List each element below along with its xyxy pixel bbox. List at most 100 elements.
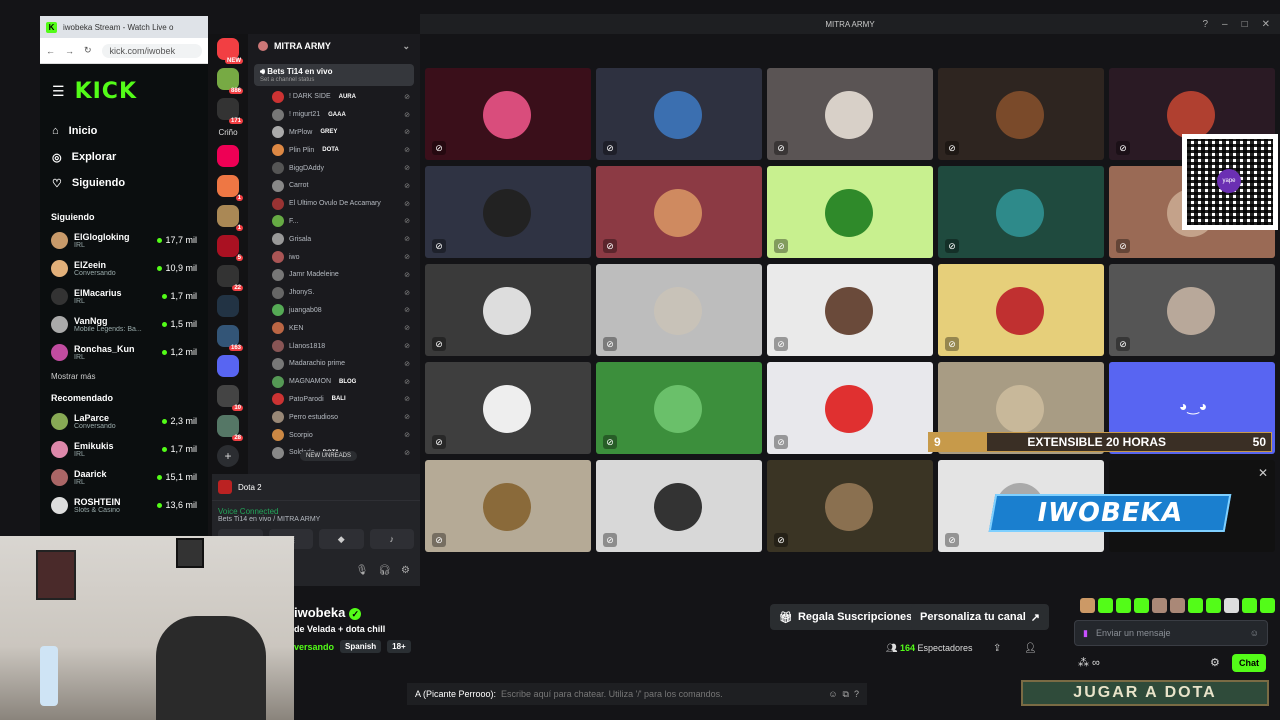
video-tile[interactable]: ⊘ xyxy=(425,460,591,552)
voice-user[interactable]: Scorpio ⊘ xyxy=(248,426,420,444)
video-tile[interactable]: ⊘ xyxy=(596,264,762,356)
nav-siguiendo[interactable]: ♡ Siguiendo xyxy=(40,170,208,196)
server-icon[interactable]: NEW xyxy=(217,38,243,64)
server-icon[interactable]: 886 xyxy=(217,68,243,94)
channel-item[interactable]: VanNgg Mobile Legends: Ba... 1,5 mil xyxy=(40,310,208,338)
channel-item[interactable]: Ronchas_Kun IRL 1,2 mil xyxy=(40,338,208,366)
video-tile[interactable]: ⊘ xyxy=(938,166,1104,258)
video-tile[interactable]: ⊘ xyxy=(767,362,933,454)
activity-button[interactable]: ◆ xyxy=(319,529,364,549)
video-tile[interactable]: ⊘ xyxy=(938,68,1104,160)
voice-user[interactable]: PatoParodi BALI ⊘ xyxy=(248,391,420,409)
server-icon[interactable] xyxy=(217,355,239,377)
help-icon[interactable]: ? xyxy=(854,689,859,699)
hamburger-menu-icon[interactable]: ☰ xyxy=(52,83,65,100)
channel-item[interactable]: ROSHTEIN Slots & Casino 13,6 mil xyxy=(40,491,208,519)
close-button[interactable]: ✕ xyxy=(1262,19,1270,30)
maximize-button[interactable]: □ xyxy=(1242,19,1248,30)
add-server-icon[interactable]: + xyxy=(217,445,239,467)
voice-user[interactable]: Perro estudioso ⊘ xyxy=(248,408,420,426)
emote-icon[interactable] xyxy=(1080,598,1095,613)
show-more-link[interactable]: Mostrar más xyxy=(40,366,208,385)
chat-input[interactable]: ▮ Enviar un mensaje ☺ xyxy=(1074,620,1268,646)
server-icon[interactable]: 163 xyxy=(217,325,243,351)
chat-send-button[interactable]: Chat xyxy=(1232,654,1266,672)
channel-item[interactable]: ElGlogloking IRL 17,7 mil xyxy=(40,226,208,254)
share-icon[interactable]: ⇪ xyxy=(993,643,1001,654)
channel-item[interactable]: ElZeein Conversando 10,9 mil xyxy=(40,254,208,282)
video-tile[interactable]: ⊘ xyxy=(425,264,591,356)
voice-user[interactable]: F... ⊘ xyxy=(248,213,420,231)
voice-user[interactable]: Grisala ⊘ xyxy=(248,230,420,248)
server-icon[interactable]: 171 xyxy=(217,98,243,124)
follow-user-icon[interactable]: 👤︎ xyxy=(1024,643,1037,654)
screenshot-icon[interactable]: ⧉ xyxy=(843,689,849,700)
video-tile[interactable]: ⊘ xyxy=(767,264,933,356)
emoji-icon[interactable]: ☺ xyxy=(828,689,837,699)
voice-user[interactable]: El Ultimo Ovulo De Accamary ⊘ xyxy=(248,195,420,213)
category-link[interactable]: versando xyxy=(294,642,334,652)
gift-subs-button[interactable]: 🎁︎ Regala Suscripciones xyxy=(770,604,922,630)
minimize-button[interactable]: – xyxy=(1222,19,1228,30)
emote-icon[interactable] xyxy=(1134,598,1149,613)
headphones-icon[interactable]: 🎧︎ xyxy=(378,565,391,576)
mic-icon[interactable]: 🎙︎ xyxy=(356,565,369,576)
emote-icon[interactable] xyxy=(1242,598,1257,613)
voice-user[interactable]: MAGNAMON BLOG ⊘ xyxy=(248,373,420,391)
channel-item[interactable]: LaParce Conversando 2,3 mil xyxy=(40,407,208,435)
video-tile[interactable]: ⊘ xyxy=(1109,264,1275,356)
help-icon[interactable]: ? xyxy=(1202,19,1208,30)
video-tile[interactable]: ⊘ xyxy=(767,166,933,258)
emote-icon[interactable] xyxy=(1098,598,1113,613)
customize-channel-button[interactable]: Personaliza tu canal ↗ xyxy=(911,604,1049,630)
voice-user[interactable]: Madarachio prime ⊘ xyxy=(248,355,420,373)
forward-icon[interactable]: → xyxy=(65,46,74,56)
voice-user[interactable]: JhonyS. ⊘ xyxy=(248,284,420,302)
reload-icon[interactable]: ↻ xyxy=(84,45,92,56)
voice-user[interactable]: KEN ⊘ xyxy=(248,319,420,337)
channel-item[interactable]: Emikukis IRL 1,7 mil xyxy=(40,435,208,463)
emote-icon[interactable] xyxy=(1224,598,1239,613)
video-tile[interactable]: ⊘ xyxy=(596,68,762,160)
voice-user[interactable]: iwo ⊘ xyxy=(248,248,420,266)
emote-icon[interactable] xyxy=(1170,598,1185,613)
server-icon[interactable]: 5 xyxy=(217,235,243,261)
voice-user[interactable]: BiggDAddy ⊘ xyxy=(248,159,420,177)
server-icon[interactable] xyxy=(217,145,239,167)
server-icon[interactable]: 1 xyxy=(217,175,243,201)
voice-user[interactable]: juangab08 ⊘ xyxy=(248,302,420,320)
emote-icon[interactable] xyxy=(1188,598,1203,613)
voice-user[interactable]: Llanos1818 ⊘ xyxy=(248,337,420,355)
gear-icon[interactable]: ⚙ xyxy=(401,565,410,576)
video-tile[interactable]: ⊘ xyxy=(596,460,762,552)
voice-channel[interactable]: 🔊︎ Bets Ti14 en vivo Set a channel statu… xyxy=(254,64,414,86)
voice-user[interactable]: Jamr Madeleine ⊘ xyxy=(248,266,420,284)
voice-user[interactable]: ! DARK SIDE AURA ⊘ xyxy=(248,88,420,106)
back-icon[interactable]: ← xyxy=(46,46,55,56)
video-tile[interactable]: ⊘ xyxy=(767,460,933,552)
server-icon[interactable]: 22 xyxy=(217,265,243,291)
channel-item[interactable]: Daarick IRL 15,1 mil xyxy=(40,463,208,491)
channel-item[interactable]: ElMacarius IRL 1,7 mil xyxy=(40,282,208,310)
close-icon[interactable]: ✕ xyxy=(1258,466,1268,480)
emoji-icon[interactable]: ☺ xyxy=(1250,628,1259,638)
video-tile[interactable]: ⊘ xyxy=(767,68,933,160)
server-icon[interactable]: 28 xyxy=(217,415,243,441)
server-icon[interactable]: 10 xyxy=(217,385,243,411)
video-tile[interactable]: ⊘ xyxy=(425,166,591,258)
kick-logo[interactable]: KICK xyxy=(75,79,137,104)
voice-user[interactable]: Carrot ⊘ xyxy=(248,177,420,195)
server-header[interactable]: MITRA ARMY ⌄ xyxy=(248,34,420,58)
emote-icon[interactable] xyxy=(1260,598,1275,613)
discord-chat-input[interactable]: A (Picante Perrooo): Escribe aquí para c… xyxy=(407,683,867,705)
server-icon[interactable]: 1 xyxy=(217,205,243,231)
folder-label[interactable]: Criño xyxy=(218,128,237,137)
nav-inicio[interactable]: ⌂ Inicio xyxy=(40,118,208,144)
nav-explorar[interactable]: ◎ Explorar xyxy=(40,144,208,170)
voice-user[interactable]: ! migurt21 GAAA ⊘ xyxy=(248,106,420,124)
voice-user[interactable]: Plin Plin DOTA ⊘ xyxy=(248,141,420,159)
url-field[interactable]: kick.com/iwobek xyxy=(101,43,202,58)
video-tile[interactable]: ⊘ xyxy=(938,264,1104,356)
emote-icon[interactable] xyxy=(1152,598,1167,613)
points-icon[interactable]: ⁂ ∞ xyxy=(1078,656,1100,669)
